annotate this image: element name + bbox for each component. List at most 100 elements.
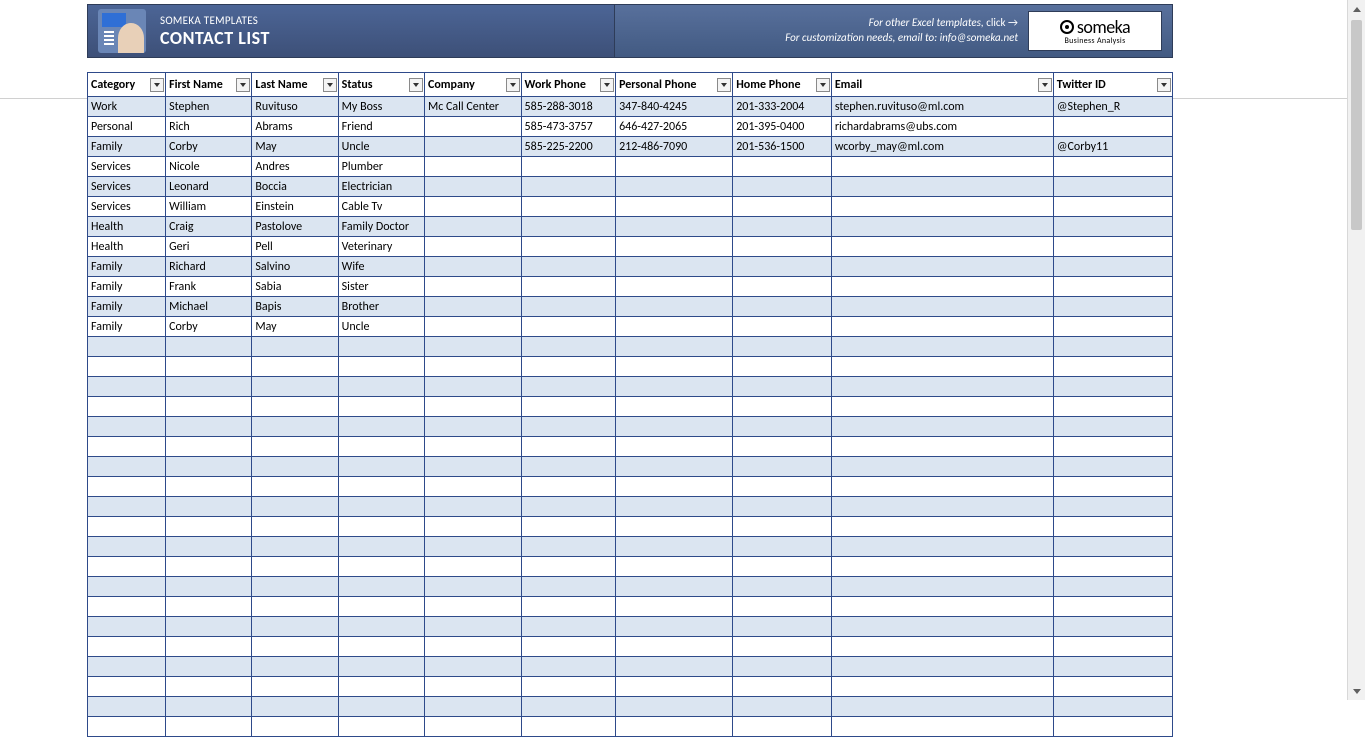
cell-category[interactable]: [88, 397, 166, 417]
cell-email[interactable]: [831, 197, 1053, 217]
cell-personal_phone[interactable]: [616, 277, 733, 297]
cell-work_phone[interactable]: [521, 497, 616, 517]
cell-status[interactable]: [338, 437, 424, 457]
cell-personal_phone[interactable]: [616, 657, 733, 677]
cell-company[interactable]: [424, 417, 521, 437]
cell-home_phone[interactable]: [733, 357, 832, 377]
cell-home_phone[interactable]: [733, 457, 832, 477]
cell-home_phone[interactable]: [733, 277, 832, 297]
cell-last_name[interactable]: Ruvituso: [252, 97, 338, 117]
column-header-email[interactable]: Email: [831, 73, 1053, 97]
cell-personal_phone[interactable]: [616, 677, 733, 697]
cell-status[interactable]: Uncle: [338, 137, 424, 157]
cell-twitter[interactable]: [1053, 397, 1172, 417]
cell-company[interactable]: [424, 117, 521, 137]
cell-email[interactable]: [831, 537, 1053, 557]
cell-work_phone[interactable]: [521, 357, 616, 377]
cell-last_name[interactable]: [252, 397, 338, 417]
cell-category[interactable]: Personal: [88, 117, 166, 137]
cell-email[interactable]: [831, 257, 1053, 277]
cell-home_phone[interactable]: [733, 157, 832, 177]
cell-first_name[interactable]: [166, 357, 252, 377]
cell-category[interactable]: [88, 417, 166, 437]
cell-work_phone[interactable]: [521, 457, 616, 477]
cell-personal_phone[interactable]: [616, 537, 733, 557]
cell-email[interactable]: stephen.ruvituso@ml.com: [831, 97, 1053, 117]
cell-work_phone[interactable]: [521, 177, 616, 197]
cell-status[interactable]: [338, 617, 424, 637]
cell-company[interactable]: [424, 517, 521, 537]
filter-dropdown-icon[interactable]: [717, 78, 731, 92]
cell-last_name[interactable]: [252, 457, 338, 477]
cell-category[interactable]: Health: [88, 217, 166, 237]
filter-dropdown-icon[interactable]: [506, 78, 520, 92]
cell-email[interactable]: [831, 637, 1053, 657]
cell-status[interactable]: My Boss: [338, 97, 424, 117]
cell-personal_phone[interactable]: [616, 617, 733, 637]
cell-email[interactable]: [831, 657, 1053, 677]
cell-category[interactable]: [88, 537, 166, 557]
cell-status[interactable]: [338, 657, 424, 677]
cell-email[interactable]: [831, 297, 1053, 317]
cell-twitter[interactable]: [1053, 717, 1172, 737]
cell-work_phone[interactable]: [521, 617, 616, 637]
cell-twitter[interactable]: [1053, 237, 1172, 257]
cell-company[interactable]: [424, 577, 521, 597]
cell-work_phone[interactable]: [521, 217, 616, 237]
cell-personal_phone[interactable]: 646-427-2065: [616, 117, 733, 137]
cell-first_name[interactable]: Leonard: [166, 177, 252, 197]
cell-company[interactable]: [424, 177, 521, 197]
cell-last_name[interactable]: Sabia: [252, 277, 338, 297]
cell-company[interactable]: [424, 457, 521, 477]
cell-first_name[interactable]: [166, 477, 252, 497]
cell-personal_phone[interactable]: [616, 177, 733, 197]
cell-work_phone[interactable]: [521, 657, 616, 677]
cell-email[interactable]: [831, 577, 1053, 597]
cell-twitter[interactable]: [1053, 197, 1172, 217]
cell-category[interactable]: [88, 597, 166, 617]
cell-home_phone[interactable]: [733, 197, 832, 217]
cell-first_name[interactable]: [166, 417, 252, 437]
cell-work_phone[interactable]: [521, 517, 616, 537]
filter-dropdown-icon[interactable]: [1038, 78, 1052, 92]
cell-category[interactable]: [88, 477, 166, 497]
cell-work_phone[interactable]: [521, 197, 616, 217]
cell-twitter[interactable]: [1053, 557, 1172, 577]
cell-twitter[interactable]: [1053, 217, 1172, 237]
cell-home_phone[interactable]: [733, 397, 832, 417]
cell-first_name[interactable]: [166, 677, 252, 697]
cell-category[interactable]: Services: [88, 157, 166, 177]
cell-email[interactable]: richardabrams@ubs.com: [831, 117, 1053, 137]
cell-email[interactable]: [831, 237, 1053, 257]
cell-first_name[interactable]: Corby: [166, 137, 252, 157]
cell-company[interactable]: [424, 637, 521, 657]
cell-last_name[interactable]: Bapis: [252, 297, 338, 317]
cell-email[interactable]: [831, 497, 1053, 517]
cell-twitter[interactable]: @Corby11: [1053, 137, 1172, 157]
cell-personal_phone[interactable]: [616, 317, 733, 337]
cell-twitter[interactable]: [1053, 577, 1172, 597]
cell-status[interactable]: [338, 537, 424, 557]
cell-last_name[interactable]: Pell: [252, 237, 338, 257]
cell-work_phone[interactable]: [521, 417, 616, 437]
cell-status[interactable]: Friend: [338, 117, 424, 137]
cell-last_name[interactable]: [252, 657, 338, 677]
cell-first_name[interactable]: [166, 437, 252, 457]
cell-work_phone[interactable]: [521, 297, 616, 317]
cell-personal_phone[interactable]: [616, 637, 733, 657]
cell-email[interactable]: [831, 357, 1053, 377]
cell-twitter[interactable]: [1053, 297, 1172, 317]
cell-status[interactable]: [338, 517, 424, 537]
cell-company[interactable]: [424, 137, 521, 157]
cell-twitter[interactable]: [1053, 637, 1172, 657]
cell-status[interactable]: [338, 677, 424, 697]
cell-personal_phone[interactable]: [616, 557, 733, 577]
cell-email[interactable]: wcorby_may@ml.com: [831, 137, 1053, 157]
cell-twitter[interactable]: [1053, 117, 1172, 137]
cell-first_name[interactable]: Geri: [166, 237, 252, 257]
cell-status[interactable]: Electrician: [338, 177, 424, 197]
cell-home_phone[interactable]: [733, 257, 832, 277]
cell-category[interactable]: [88, 717, 166, 737]
cell-twitter[interactable]: [1053, 377, 1172, 397]
cell-status[interactable]: [338, 457, 424, 477]
